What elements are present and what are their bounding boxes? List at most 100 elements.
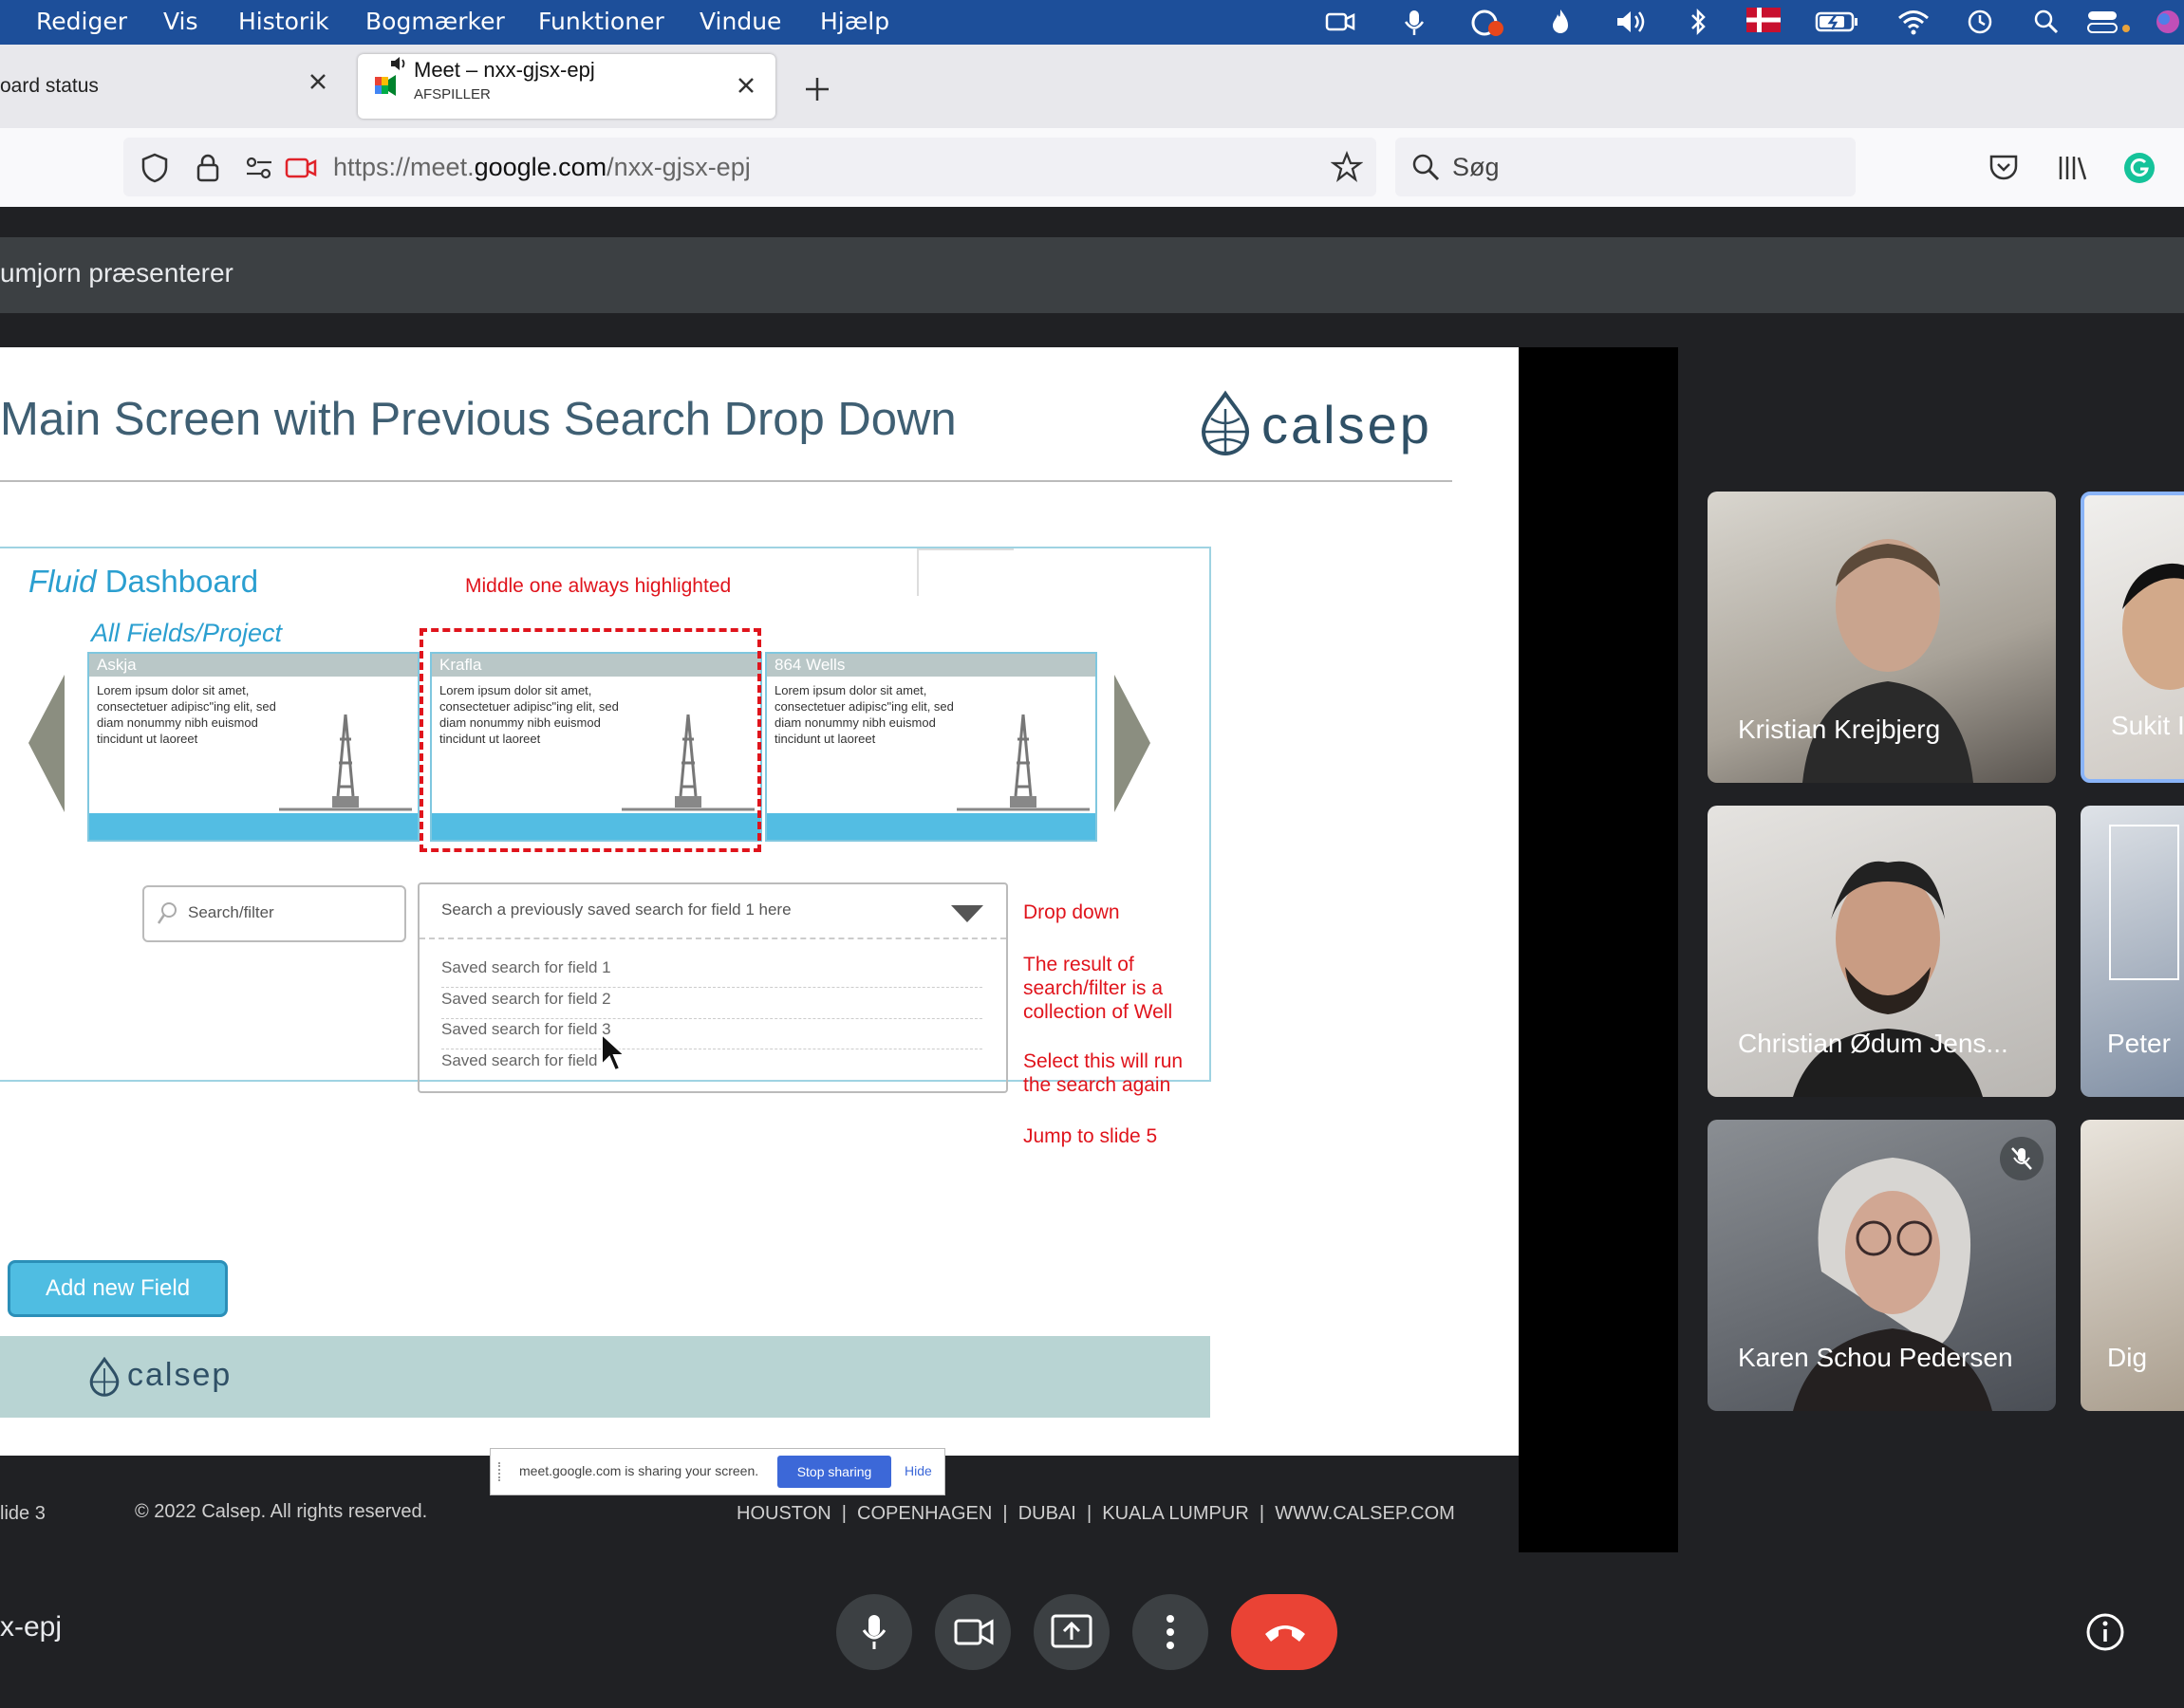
new-tab-plus-icon[interactable] <box>803 75 831 108</box>
bookmark-star-icon[interactable] <box>1330 150 1364 188</box>
flame-icon[interactable] <box>1545 8 1576 36</box>
shield-icon[interactable] <box>140 153 169 188</box>
tab-board-status[interactable]: oard status <box>0 54 342 119</box>
carousel-left-arrow-icon[interactable] <box>28 675 66 812</box>
battery-icon[interactable] <box>1815 8 1857 36</box>
frame-tab-line <box>917 548 1014 550</box>
drag-handle-icon[interactable] <box>498 1462 504 1481</box>
mockup-footer: calsep <box>0 1336 1210 1418</box>
grammarly-icon[interactable] <box>2122 151 2156 190</box>
card-footer <box>89 813 418 840</box>
search-icon <box>1410 152 1441 187</box>
screen-recording-icon[interactable] <box>1469 8 1503 36</box>
info-icon[interactable] <box>2084 1611 2126 1658</box>
calsep-drop-icon <box>89 1357 120 1397</box>
siri-icon[interactable] <box>2153 8 2183 36</box>
control-center-icon[interactable] <box>2086 8 2130 36</box>
logo-text: calsep <box>1261 395 1432 455</box>
dropdown-item[interactable]: Saved search for field <box>441 1051 982 1080</box>
permissions-icon[interactable] <box>245 155 273 186</box>
volume-icon[interactable] <box>1614 8 1645 36</box>
close-icon[interactable] <box>308 71 328 97</box>
participant-name: Dig <box>2107 1343 2148 1372</box>
more-vertical-icon <box>1167 1615 1174 1649</box>
sharing-text: meet.google.com is sharing your screen. <box>519 1463 759 1478</box>
hide-link[interactable]: Hide <box>905 1463 932 1478</box>
search-box[interactable]: Søg <box>1395 138 1856 196</box>
danish-flag-icon[interactable] <box>1746 8 1781 36</box>
menu-bogmaerker[interactable]: Bogmærker <box>365 8 505 35</box>
copyright: © 2022 Calsep. All rights reserved. <box>135 1501 428 1522</box>
library-icon[interactable] <box>2056 153 2088 188</box>
oil-rig-icon <box>957 714 1090 811</box>
participant-tile-active[interactable]: Sukit I <box>2081 492 2184 783</box>
url-text[interactable]: https://meet.google.com/nxx-gjsx-epj <box>333 153 751 182</box>
participant-name: Christian Ødum Jens... <box>1738 1029 2008 1058</box>
dropdown-item[interactable]: Saved search for field 1 <box>441 958 982 988</box>
participant-name: Karen Schou Pedersen <box>1738 1343 2013 1372</box>
menu-hjaelp[interactable]: Hjælp <box>820 8 889 35</box>
time-machine-icon[interactable] <box>1965 8 1995 36</box>
tab-strip: oard status Meet – nxx-gjsx-epj AFSPILLE… <box>0 45 2184 128</box>
field-card-864-wells[interactable]: 864 Wells Lorem ipsum dolor sit amet, co… <box>765 652 1097 842</box>
lock-icon[interactable] <box>195 153 221 188</box>
video-camera-icon <box>954 1619 994 1645</box>
camera-in-use-icon[interactable] <box>285 155 317 186</box>
magnifier-icon <box>157 902 177 924</box>
menu-rediger[interactable]: Rediger <box>36 8 127 35</box>
camera-button[interactable] <box>935 1594 1011 1670</box>
leave-call-button[interactable] <box>1231 1594 1337 1670</box>
search-filter-placeholder: Search/filter <box>188 903 274 921</box>
field-card-askja[interactable]: Askja Lorem ipsum dolor sit amet, consec… <box>87 652 420 842</box>
menu-funktioner[interactable]: Funktioner <box>538 8 664 35</box>
tab-meet[interactable]: Meet – nxx-gjsx-epj AFSPILLER <box>358 54 775 119</box>
stop-sharing-button[interactable]: Stop sharing <box>777 1456 891 1488</box>
menu-vindue[interactable]: Vindue <box>700 8 781 35</box>
microphone-status-icon[interactable] <box>1399 8 1429 36</box>
bluetooth-icon[interactable] <box>1683 8 1713 36</box>
participant-tile[interactable]: Peter <box>2081 806 2184 1097</box>
search-filter-input[interactable]: Search/filter <box>142 885 406 942</box>
search-placeholder: Søg <box>1452 153 1500 181</box>
participant-name: Peter <box>2107 1029 2171 1058</box>
present-screen-button[interactable] <box>1034 1594 1110 1670</box>
pocket-icon[interactable] <box>1988 153 2020 188</box>
participant-name: Sukit I <box>2111 711 2184 740</box>
carousel-right-arrow-icon[interactable] <box>1112 675 1150 812</box>
close-icon[interactable] <box>736 75 756 101</box>
spotlight-search-icon[interactable] <box>2031 8 2062 36</box>
camera-status-icon[interactable] <box>1325 8 1355 36</box>
participant-tile[interactable]: Christian Ødum Jens... <box>1708 806 2056 1097</box>
participant-tile[interactable]: Kristian Krejbjerg <box>1708 492 2056 783</box>
menu-historik[interactable]: Historik <box>238 8 329 35</box>
presenter-bar: umjorn præsenterer <box>0 237 2184 313</box>
participant-tile[interactable]: Karen Schou Pedersen <box>1708 1120 2056 1411</box>
participant-tile-self[interactable]: Dig <box>2081 1120 2184 1411</box>
frame-tab-edge <box>917 548 919 596</box>
dropdown-item[interactable]: Saved search for field 2 <box>441 990 982 1019</box>
chevron-down-icon[interactable] <box>951 905 983 924</box>
presentation-stage: Main Screen with Previous Search Drop Do… <box>0 347 1678 1552</box>
dashboard-rest: Dashboard <box>96 564 259 599</box>
more-options-button[interactable] <box>1132 1594 1208 1670</box>
add-new-field-button[interactable]: Add new Field <box>8 1260 228 1317</box>
wifi-icon[interactable] <box>1896 8 1929 36</box>
calsep-logo: calsep <box>1198 390 1464 456</box>
url-domain: google.com <box>474 153 607 181</box>
participant-video <box>2122 563 2184 690</box>
oil-rig-icon <box>279 714 412 811</box>
calsep-drop-icon <box>1201 390 1250 455</box>
meet-window: umjorn præsenterer Main Screen with Prev… <box>0 207 2184 1708</box>
meeting-code: x-epj <box>0 1611 63 1643</box>
menu-vis[interactable]: Vis <box>163 8 198 35</box>
dropdown-item[interactable]: Saved search for field 3 <box>441 1020 982 1049</box>
participant-name: Kristian Krejbjerg <box>1738 715 1941 744</box>
microphone-button[interactable] <box>836 1594 912 1670</box>
dashboard-heading: Fluid Dashboard <box>28 564 258 600</box>
highlight-box <box>420 628 761 852</box>
card-header: Askja <box>89 654 418 677</box>
fields-label: All Fields/Project <box>91 619 283 647</box>
address-bar[interactable]: https://meet.google.com/nxx-gjsx-epj <box>123 138 1376 196</box>
saved-search-dropdown[interactable]: Search a previously saved search for fie… <box>418 882 1008 1093</box>
speaker-playing-icon[interactable] <box>389 54 408 78</box>
